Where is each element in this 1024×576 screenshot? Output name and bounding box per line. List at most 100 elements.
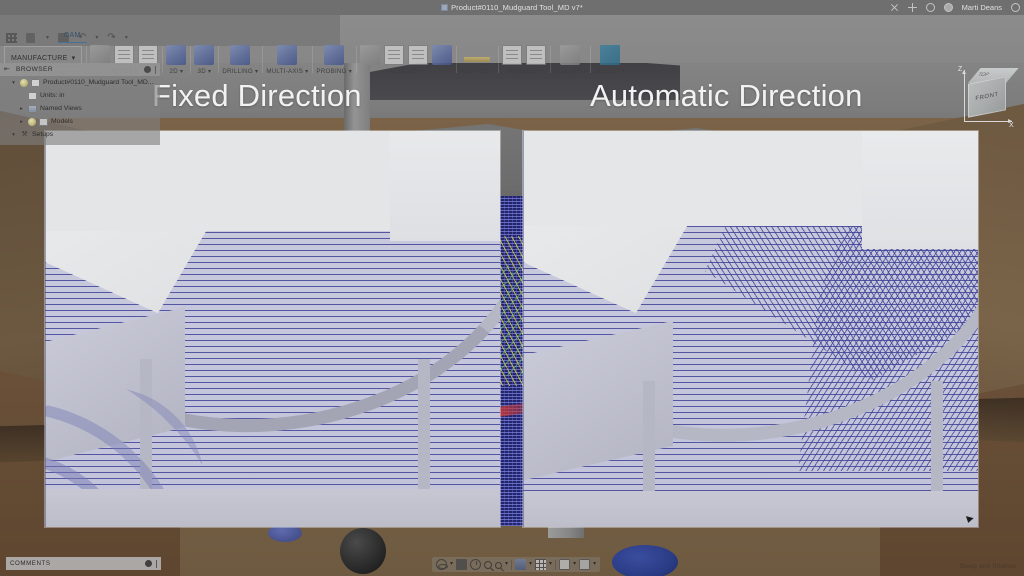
add-ins-icon[interactable] (560, 45, 580, 65)
history-icon[interactable] (926, 3, 935, 12)
group-label-text: 2D (170, 68, 178, 75)
tree-item-label: Product#0110_Mudguard Tool_MD... (43, 79, 153, 86)
comments-panel[interactable]: COMMENTS (6, 557, 161, 570)
measure-icon[interactable] (464, 57, 490, 62)
multi-axis-icon[interactable] (277, 45, 297, 65)
ribbon-group-label-2d[interactable]: 2D ▾ (170, 68, 184, 75)
grid-snap-icon[interactable] (535, 559, 546, 570)
ribbon-group-probing: PROBING ▾ (312, 43, 356, 78)
help-icon[interactable] (1011, 3, 1020, 12)
zoom-icon[interactable] (484, 561, 492, 569)
close-icon[interactable] (890, 3, 899, 12)
twisty-icon[interactable]: ▾ (10, 80, 17, 86)
twisty-icon[interactable]: ▸ (18, 119, 25, 125)
toolpath-2d-icon[interactable] (166, 45, 186, 65)
annotation-label-fixed-direction: Fixed Direction (152, 78, 362, 114)
ribbon-group-label-multi-axis[interactable]: MULTI-AXIS ▾ (266, 68, 308, 75)
ribbon-group-label-add-ins[interactable]: ADD-INS ▾ (554, 68, 587, 75)
document-title: Product#0110_Mudguard Tool_MD v7* (0, 3, 1024, 12)
chevron-down-icon[interactable]: ▾ (505, 559, 508, 570)
machine-library-icon[interactable] (526, 45, 546, 65)
chevron-down-icon[interactable]: ▾ (450, 559, 453, 570)
options-icon[interactable] (144, 66, 151, 73)
ribbon-group-actions: ACTIONS ▾ (356, 43, 456, 78)
ribbon-group-label-select[interactable]: SELECT ▾ (594, 68, 625, 75)
chevron-down-icon[interactable]: ▾ (593, 559, 596, 570)
notification-icon[interactable] (944, 3, 953, 12)
chevron-down-icon: ▾ (255, 68, 258, 75)
tree-item-named-views[interactable]: ▸ Named Views (0, 102, 160, 115)
ribbon-group-label-drilling[interactable]: DRILLING ▾ (222, 68, 258, 75)
surface-edge-line (45, 327, 46, 483)
ribbon-group-inspect: INSPECT ▾ (456, 43, 498, 78)
units-icon (28, 92, 37, 100)
multi-view-icon[interactable] (579, 559, 590, 570)
collapse-icon[interactable] (145, 560, 152, 567)
redo-caret-icon[interactable]: ▾ (125, 33, 128, 43)
pan-icon[interactable] (470, 559, 481, 570)
simulate-icon[interactable] (360, 45, 380, 65)
ribbon-group-label-probing[interactable]: PROBING ▾ (316, 68, 352, 75)
user-name[interactable]: Marti Deans (962, 3, 1002, 12)
tool-library-icon[interactable] (502, 45, 522, 65)
surface-edge-line (45, 483, 46, 527)
setup-sheet-icon[interactable] (408, 45, 428, 65)
surface-edge-line (45, 131, 46, 327)
fusion360-window: Fixed Direction Automatic Direction Prod… (0, 0, 1024, 576)
zoom-fit-icon[interactable] (495, 562, 502, 569)
comments-controls (145, 560, 157, 568)
tree-item-document[interactable]: ▾ Product#0110_Mudguard Tool_MD... (0, 76, 160, 89)
setup-icon[interactable] (90, 45, 110, 65)
pin-icon[interactable]: ⇤ (4, 66, 12, 73)
new-setup-icon[interactable] (114, 45, 134, 65)
group-label-text: PROBING (316, 68, 346, 75)
ribbon-group-drilling: DRILLING ▾ (218, 43, 262, 78)
display-settings-icon[interactable] (515, 559, 526, 570)
app-grid-icon[interactable] (6, 33, 17, 43)
post-process-icon[interactable] (384, 45, 404, 65)
view-cube[interactable]: Z X TOP FRONT (954, 64, 1016, 134)
ribbon-group-label-manage[interactable]: MANAGE ▾ (507, 68, 541, 75)
probing-icon[interactable] (324, 45, 344, 65)
select-group-icons (600, 43, 620, 67)
comparison-panel-automatic-direction (523, 131, 978, 527)
chevron-down-icon[interactable]: ▾ (549, 559, 552, 570)
setup-sheet-icon[interactable] (138, 45, 158, 65)
drilling-icon[interactable] (230, 45, 250, 65)
look-at-icon[interactable] (456, 559, 467, 570)
tab-cam[interactable]: CAM (58, 30, 87, 43)
select-icon[interactable] (600, 45, 620, 65)
ribbon-group-label-3d[interactable]: 3D ▾ (198, 68, 212, 75)
tree-item-label: Units: in (40, 92, 65, 99)
chevron-down-icon: ▾ (583, 68, 586, 75)
bulb-icon[interactable] (20, 79, 28, 87)
viewport-layout-icon[interactable] (559, 559, 570, 570)
inspect-group-icons (464, 43, 490, 67)
panel-base-strip (523, 491, 978, 527)
group-label-text: ACTIONS (389, 68, 418, 75)
tree-item-models[interactable]: ▸ Models (0, 115, 160, 128)
manage-group-icons (502, 43, 546, 67)
ribbon-group-label-actions[interactable]: ACTIONS ▾ (389, 68, 424, 75)
tree-item-units[interactable]: Units: in (0, 89, 160, 102)
toolpath-3d-icon[interactable] (194, 45, 214, 65)
tree-item-label: Setups (32, 131, 53, 138)
redo-icon[interactable]: ↷ (107, 33, 115, 43)
machine-icon[interactable] (432, 45, 452, 65)
chevron-down-icon[interactable]: ▾ (529, 559, 532, 570)
comparison-panel-fixed-direction (45, 131, 500, 527)
orbit-icon[interactable] (436, 559, 447, 570)
plus-icon[interactable] (908, 3, 917, 12)
tree-item-setups[interactable]: ▾ ⚒ Setups (0, 128, 160, 141)
twisty-icon[interactable]: ▾ (10, 132, 17, 138)
bulb-icon[interactable] (28, 118, 36, 126)
title-bar-right-controls: Marti Deans (890, 0, 1020, 15)
drilling-group-icons (230, 43, 250, 67)
ribbon-group-label-inspect[interactable]: INSPECT ▾ (460, 68, 494, 75)
axis-z-label: Z (958, 66, 962, 73)
twisty-icon[interactable]: ▸ (18, 106, 25, 112)
file-caret-icon[interactable]: ▾ (46, 33, 49, 43)
chevron-down-icon[interactable]: ▾ (573, 559, 576, 570)
file-icon[interactable] (26, 33, 37, 43)
undo-caret-icon[interactable]: ▾ (95, 33, 98, 43)
